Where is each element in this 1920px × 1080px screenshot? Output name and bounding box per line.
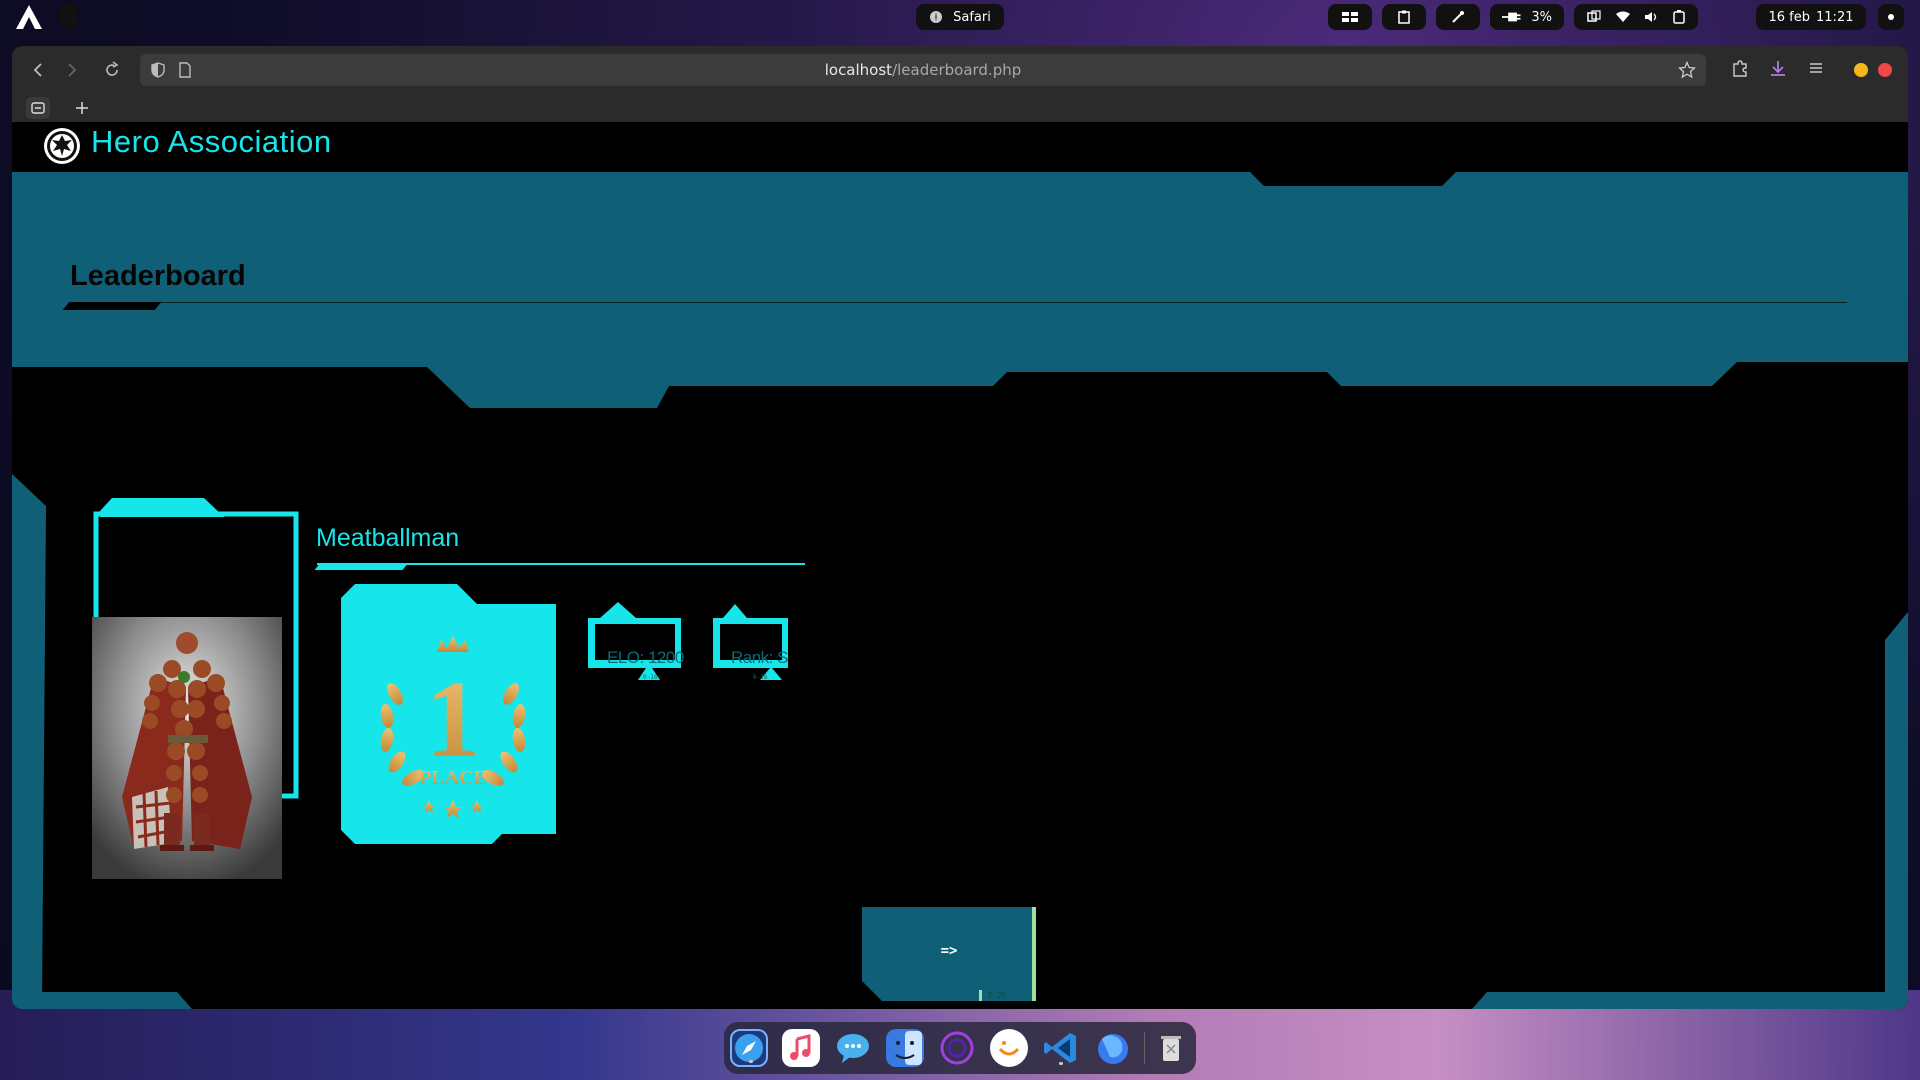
tab-bar [12,94,1908,122]
close-window-button[interactable] [1878,63,1892,77]
running-indicator [749,1060,753,1063]
page-title: Leaderboard [70,260,246,292]
smile-icon [998,1041,1020,1056]
vscode-dock-icon[interactable] [1042,1029,1080,1067]
hero-association-logo-icon[interactable] [42,126,82,166]
extensions-button[interactable] [1728,58,1752,82]
trash-icon [1161,1036,1181,1061]
time-text: 11:21 [1816,9,1854,25]
new-tab-button[interactable] [70,96,94,120]
rank-tag: 0-16 [753,674,768,681]
next-tag: 3-25 [987,991,1007,1000]
music-dock-icon[interactable] [782,1029,820,1067]
status-icons-group[interactable] [1574,4,1698,30]
web-page: Hero Association Leaderboard Meatballman [12,122,1908,1009]
download-icon [1771,61,1785,76]
tab-list-icon [31,102,45,114]
browser-toolbar: localhost/leaderboard.php [12,46,1908,94]
chat-bubble-icon [837,1034,869,1063]
next-button-label: => [940,943,958,959]
layout-toggle[interactable] [1328,4,1372,30]
arc-dock-icon[interactable] [938,1029,976,1067]
battery-plug-icon [1502,12,1521,22]
wifi-icon [1616,11,1630,22]
screen-mirror-icon [1587,10,1601,22]
back-button[interactable] [26,58,50,82]
trash-dock-icon[interactable] [1152,1029,1190,1067]
address-bar[interactable]: localhost/leaderboard.php [140,54,1706,86]
elo-tag: 0-16 [643,674,658,681]
notification-dot-icon [1888,14,1894,20]
rank-stat: Rank: S [731,648,788,667]
dock [724,1022,1196,1074]
safari-icon [930,11,943,23]
running-indicator [1059,1062,1063,1065]
clipboard-icon [1398,10,1410,24]
grid-layout-icon [1342,12,1358,22]
tab-overview-button[interactable] [26,97,50,119]
active-app-pill[interactable]: Safari [916,4,1004,30]
reload-icon [106,61,119,76]
downloads-button[interactable] [1766,58,1790,82]
hud-frame-graphic [12,172,1908,1009]
volume-icon [1645,12,1657,22]
firefox-dock-icon[interactable] [1094,1029,1132,1067]
forward-button[interactable] [60,58,84,82]
reload-button[interactable] [100,58,124,82]
messages-dock-icon[interactable] [834,1029,872,1067]
title-divider [70,302,1847,303]
battery-icon [1673,10,1685,24]
spiral-icon [940,1031,974,1065]
pipette-icon [1452,11,1464,23]
hamburger-menu-icon [1810,63,1822,73]
place-word: PLACE [419,767,487,789]
bookmark-star-icon[interactable] [1678,61,1696,79]
active-app-name: Safari [953,9,991,25]
clock[interactable]: 16 feb 11:21 [1756,4,1866,30]
elo-stat: ELO: 1200 [607,648,684,667]
date-text: 16 feb [1768,9,1811,25]
arch-linux-logo-icon[interactable] [14,4,44,30]
minimize-window-button[interactable] [1854,63,1868,77]
music-note-icon [790,1034,811,1060]
url-path: /leaderboard.php [892,61,1022,79]
clipboard-button[interactable] [1382,4,1426,30]
bitwarden-dock-icon[interactable] [990,1029,1028,1067]
title-accent [62,302,162,310]
browser-window: localhost/leaderboard.php Hero Associati… [12,46,1908,1009]
system-top-bar: Safari 3% 16 feb 11:21 [0,0,1920,34]
site-title[interactable]: Hero Association [91,124,332,160]
hero-portrait-image[interactable] [92,617,282,879]
next-page-button[interactable]: => 3-25 [862,907,1036,1001]
battery-indicator[interactable]: 3% [1490,4,1564,30]
place-number: 1 [426,658,481,780]
puzzle-icon [1733,60,1747,77]
first-place-badge-icon: 1 PLACE [380,636,526,818]
firefox-icon [1098,1034,1128,1064]
menu-button[interactable] [1804,58,1828,82]
workspace-indicator[interactable] [60,4,78,30]
chevron-left-icon [33,63,42,77]
finder-face-icon [895,1031,922,1065]
stars-icon [422,800,484,818]
finder-dock-icon[interactable] [886,1029,924,1067]
safari-dock-icon[interactable] [730,1029,768,1067]
color-picker-button[interactable] [1436,4,1480,30]
battery-percent: 3% [1531,9,1552,25]
hero-name-accent [314,564,408,570]
dock-separator [1144,1032,1145,1064]
url-text: localhost/leaderboard.php [140,61,1706,79]
url-host: localhost [824,61,893,79]
site-header: Hero Association [12,122,1908,172]
chevron-right-icon [68,63,77,77]
notifications-button[interactable] [1878,4,1904,30]
hero-name[interactable]: Meatballman [316,524,459,553]
plus-icon [76,102,88,114]
